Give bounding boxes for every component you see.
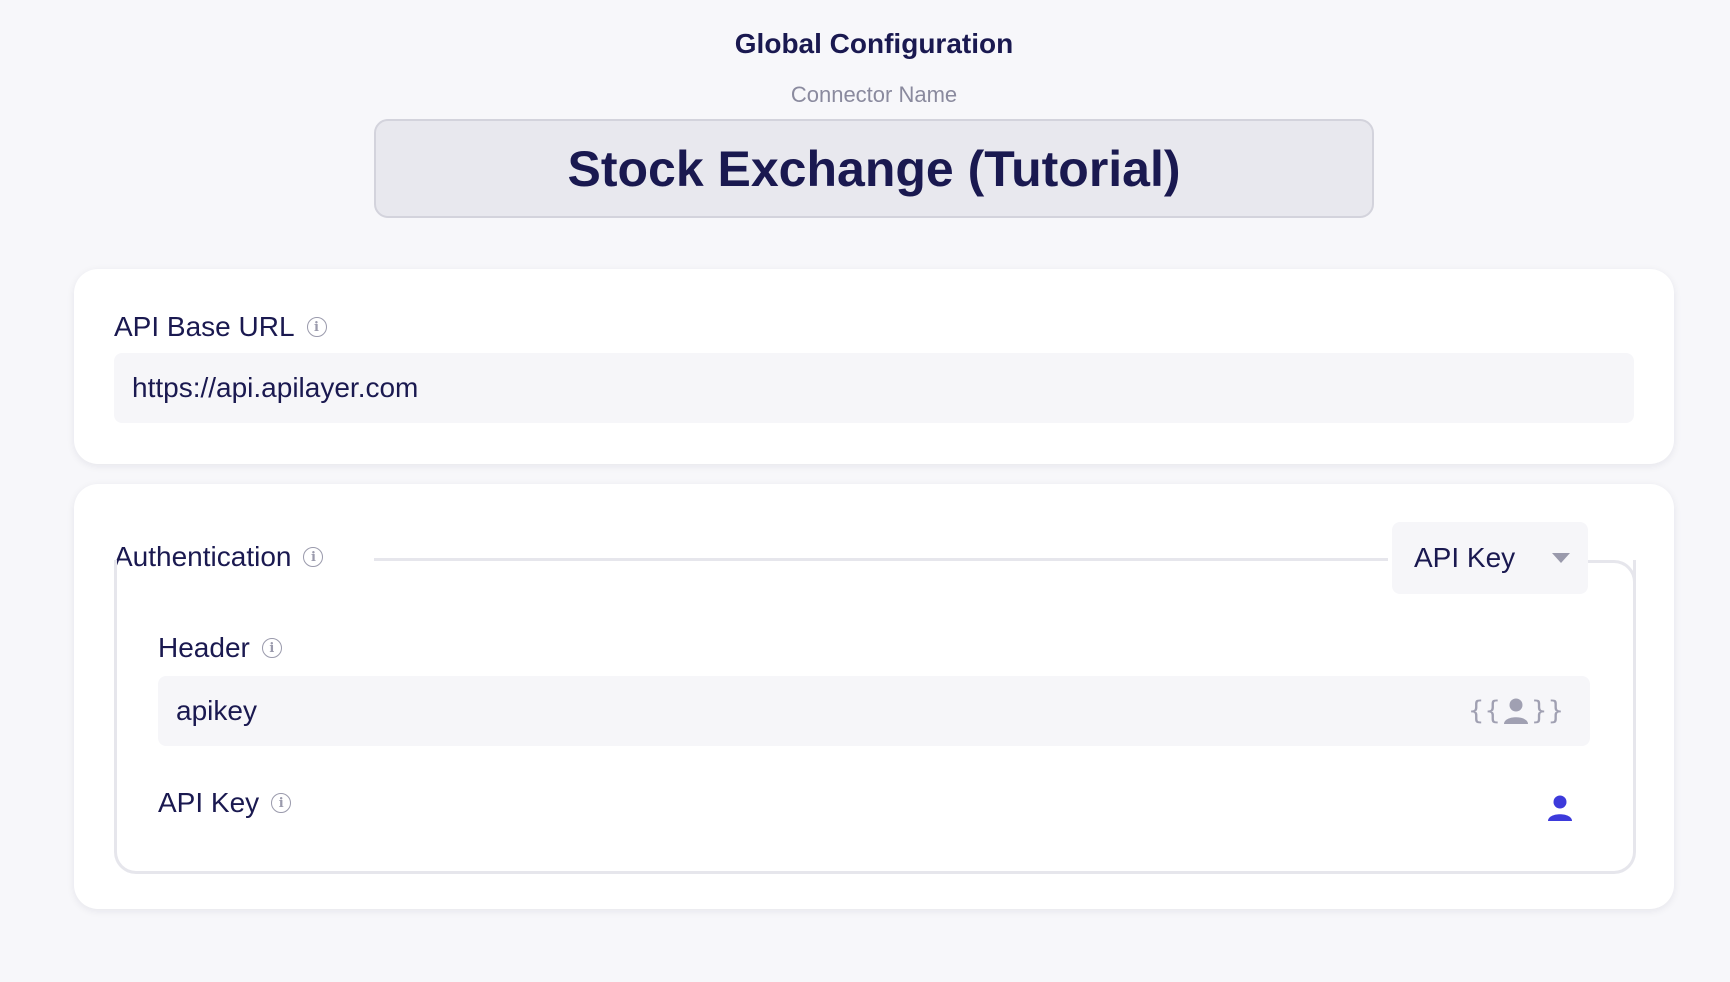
- base-url-card: API Base URL i https://api.apilayer.com: [74, 269, 1674, 464]
- auth-type-select[interactable]: API Key: [1392, 522, 1588, 594]
- base-url-value: https://api.apilayer.com: [132, 372, 419, 403]
- info-icon[interactable]: i: [306, 317, 327, 337]
- user-icon[interactable]: [1547, 794, 1573, 827]
- connector-name-label: Connector Name: [790, 82, 958, 107]
- header-value: apikey: [176, 695, 257, 726]
- info-icon[interactable]: i: [261, 638, 282, 658]
- authentication-frame-corner: [1586, 560, 1636, 590]
- base-url-input[interactable]: https://api.apilayer.com: [114, 353, 1634, 423]
- api-key-label-row: API Key i: [158, 787, 292, 819]
- base-url-label: API Base URL: [114, 311, 295, 342]
- connector-name-input[interactable]: [376, 121, 1372, 216]
- header-label: Header: [158, 632, 250, 663]
- api-key-label: API Key: [158, 787, 260, 818]
- base-url-label-row: API Base URL i: [114, 311, 327, 343]
- page-title: Global Configuration: [734, 28, 1014, 59]
- authentication-card: Authentication i API Key Header i apikey…: [74, 484, 1674, 909]
- caret-down-icon: [1552, 553, 1570, 563]
- user-variable-icon[interactable]: {{ }}: [1468, 696, 1564, 726]
- connector-name-field[interactable]: [374, 119, 1374, 218]
- header-label-row: Header i: [158, 632, 282, 664]
- info-icon[interactable]: i: [271, 793, 292, 813]
- header-input[interactable]: apikey {{ }}: [158, 676, 1590, 746]
- auth-type-value: API Key: [1414, 542, 1516, 573]
